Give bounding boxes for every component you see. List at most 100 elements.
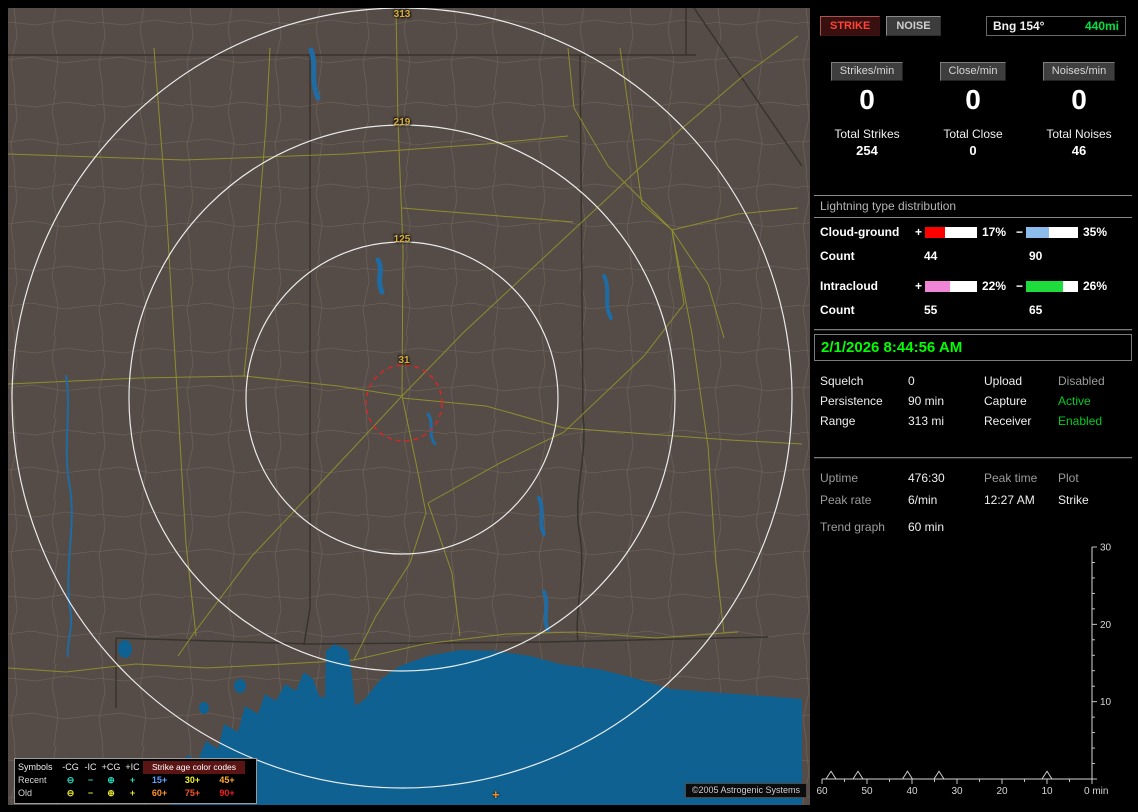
cloud-ground-label: Cloud-ground [820,225,900,239]
neg-cg-old-icon: ⊖ [66,788,75,798]
total-close-label: Total Close [943,127,1003,141]
noises-per-min-value: 0 [1071,84,1087,115]
age-30-label: 30+ [184,775,201,785]
range-ring-label-31: 31 [398,355,410,366]
uptime-value: 476:30 [908,471,945,485]
plus-sign: + [914,225,922,239]
strike-mode-button[interactable]: STRIKE [820,16,881,36]
svg-text:10: 10 [1100,697,1112,708]
capture-status: Active [1058,394,1091,408]
statistics-section: STRIKE NOISE Bng 154° 440mi Strikes/min … [814,16,1132,329]
status-section: 2/1/2026 8:44:56 AM Squelch 0 Upload Dis… [814,334,1132,457]
distribution-title: Lightning type distribution [814,196,1132,218]
range-ring-label-125: 125 [393,234,411,245]
total-noises-value: 46 [1071,143,1087,158]
trend-window-value: 60 min [908,520,945,534]
pos-ic-old-icon: + [129,788,136,798]
upload-label: Upload [984,374,1023,388]
count-label: Count [820,303,855,317]
age-15-label: 15+ [151,775,168,785]
plus-sign: + [914,279,922,293]
cg-minus-percent: 35% [1083,225,1108,239]
svg-text:20: 20 [1100,620,1112,631]
section-divider [814,329,1132,331]
legend-old-label: Old [18,788,33,798]
strikes-per-min-column: Strikes/min 0 Total Strikes 254 [814,62,920,158]
ic-minus-percent: 26% [1083,279,1108,293]
uptime-label: Uptime [820,471,859,485]
cg-plus-bar [925,226,977,238]
persistence-value: 90 min [908,394,945,408]
trend-graph-label: Trend graph [820,520,885,534]
cloud-ground-row: Cloud-ground + 17% − 35% [814,225,1132,239]
legend-col-neg-cg: -CG [62,762,79,772]
strikes-per-min-value: 0 [859,84,875,115]
legend-age-header: Strike age color codes [143,761,245,774]
total-strikes-value: 254 [856,143,878,158]
svg-text:40: 40 [906,786,918,797]
close-per-min-button[interactable]: Close/min [939,62,1007,81]
pos-cg-recent-icon: ⊕ [107,775,115,785]
ic-minus-count: 65 [1029,303,1043,317]
legend-col-pos-ic: +IC [125,762,140,772]
squelch-value: 0 [908,374,915,388]
svg-text:0 min: 0 min [1084,786,1108,797]
range-ring-label-219: 219 [393,117,411,128]
legend-col-pos-cg: +CG [101,762,121,772]
cloud-ground-count-row: Count 44 90 [814,249,1132,263]
range-value: 313 mi [908,414,945,428]
neg-ic-old-icon: − [87,788,94,798]
legend-col-neg-ic: -IC [84,762,97,772]
capture-label: Capture [984,394,1027,408]
noise-mode-button[interactable]: NOISE [886,16,941,36]
minus-sign: − [1015,225,1023,239]
total-noises-label: Total Noises [1046,127,1112,141]
close-per-min-column: Close/min 0 Total Close 0 [920,62,1026,158]
peak-time-value: 12:27 AM [984,493,1035,507]
noises-per-min-column: Noises/min 0 Total Noises 46 [1026,62,1132,158]
ic-plus-percent: 22% [982,279,1007,293]
close-per-min-value: 0 [965,84,981,115]
bearing-label: Bng 154° [993,19,1045,33]
age-45-label: 45+ [219,775,235,785]
svg-text:30: 30 [951,786,963,797]
noises-per-min-button[interactable]: Noises/min [1042,62,1116,81]
cg-minus-count: 90 [1029,249,1043,263]
ic-minus-bar [1026,280,1078,292]
pos-cg-old-icon: ⊕ [107,788,115,798]
trend-graph: 30 20 10 60 50 40 30 20 10 0 min [816,543,1112,798]
svg-text:50: 50 [861,786,873,797]
range-label: Range [820,414,856,428]
strike-symbol: + [492,787,500,802]
intracloud-label: Intracloud [820,279,879,293]
strikes-per-min-button[interactable]: Strikes/min [830,62,904,81]
total-strikes-label: Total Strikes [834,127,900,141]
ic-plus-bar [925,280,977,292]
map-view[interactable]: 313 219 125 31 + Symbols -CG -IC +CG +IC… [8,8,810,805]
age-90-label: 90+ [219,788,235,798]
map-legend: Symbols -CG -IC +CG +IC Strike age color… [14,758,257,804]
count-label: Count [820,249,855,263]
minus-sign: − [1015,279,1023,293]
svg-text:20: 20 [996,786,1008,797]
sidebar: STRIKE NOISE Bng 154° 440mi Strikes/min … [814,8,1132,805]
range-ring-label-313: 313 [393,9,411,20]
svg-text:10: 10 [1041,786,1053,797]
pos-ic-recent-icon: + [129,775,136,785]
trend-section: Uptime 476:30 Peak time Plot Peak rate 6… [814,459,1132,803]
intracloud-count-row: Count 55 65 [814,303,1132,317]
neg-ic-recent-icon: − [87,775,94,785]
legend-symbols-header: Symbols [18,762,53,772]
bearing-range-value: 440mi [1084,19,1119,33]
total-close-value: 0 [969,143,977,158]
cg-plus-percent: 17% [982,225,1007,239]
svg-text:60: 60 [816,786,828,797]
peak-rate-label: Peak rate [820,493,872,507]
cg-minus-bar [1026,226,1078,238]
svg-text:30: 30 [1100,543,1112,554]
peak-time-label: Peak time [984,471,1038,485]
plot-value: Strike [1058,493,1089,507]
receiver-label: Receiver [984,414,1032,428]
receiver-status: Enabled [1058,414,1103,428]
legend-recent-label: Recent [18,775,47,785]
